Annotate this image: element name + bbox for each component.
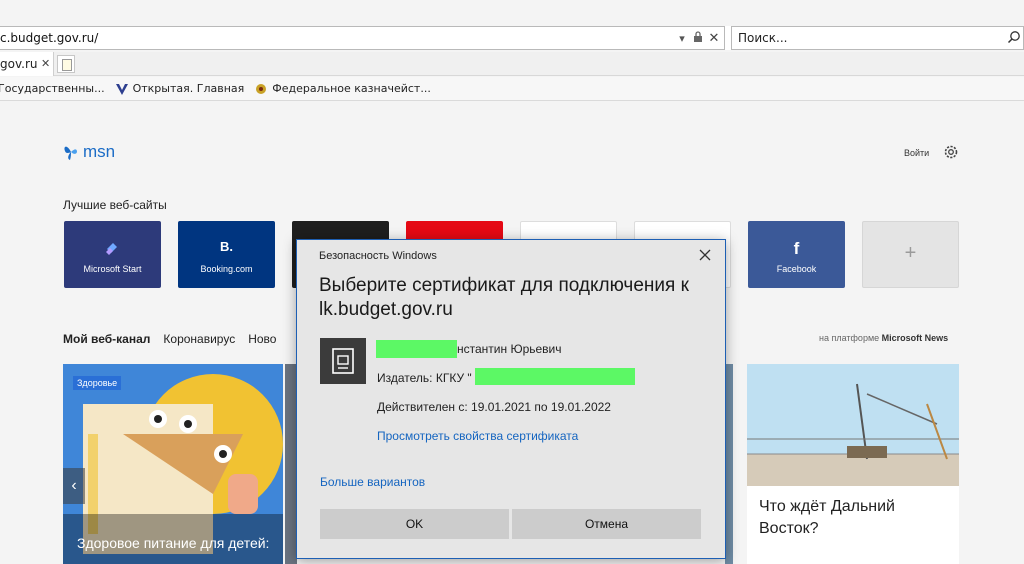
favorite-item-open[interactable]: Открытая. Главная: [115, 82, 245, 96]
butterfly-icon: [64, 146, 77, 160]
certificate-issuer: Издатель: КГКУ ": [377, 371, 472, 385]
favorite-item-gov[interactable]: Государственны...: [0, 82, 105, 95]
certificate-validity: Действителен с: 19.01.2021 по 19.01.2022: [377, 400, 611, 414]
emblem-icon: [256, 83, 267, 94]
dropdown-arrow-icon[interactable]: ▾: [676, 32, 688, 45]
platform-name: Microsoft News: [881, 333, 949, 343]
tab-my-feed[interactable]: Мой веб-канал: [63, 332, 150, 346]
close-icon[interactable]: [698, 248, 712, 262]
tile-booking[interactable]: B. Booking.com: [178, 221, 275, 288]
ok-button[interactable]: OK: [320, 509, 509, 539]
tab-news[interactable]: Ново: [248, 332, 276, 346]
booking-icon: B.: [220, 239, 233, 254]
stop-icon[interactable]: ✕: [708, 30, 720, 46]
platform-label: на платформе Microsoft News: [819, 333, 948, 343]
certificate-dialog: Безопасность Windows Выберите сертификат…: [296, 239, 726, 559]
redacted-issuer: [475, 368, 635, 385]
favorite-item-treasury[interactable]: Федеральное казначейст...: [254, 82, 431, 96]
tab-coronavirus[interactable]: Коронавирус: [163, 332, 235, 346]
msn-logo-text: msn: [83, 142, 116, 161]
plus-icon: +: [904, 242, 917, 264]
dialog-title: Выберите сертификат для подключения к lk…: [319, 275, 689, 320]
shield-v-icon: [115, 83, 128, 95]
tile-facebook[interactable]: f Facebook: [748, 221, 845, 288]
tab-active[interactable]: gov.ru ✕: [0, 52, 54, 76]
carousel-prev-button[interactable]: ‹: [63, 468, 85, 504]
tile-add[interactable]: +: [862, 221, 959, 288]
category-badge[interactable]: Здоровье: [73, 376, 122, 390]
favorites-bar: Государственны... Открытая. Главная Феде…: [0, 77, 1024, 101]
address-text[interactable]: c.budget.gov.ru/: [0, 31, 98, 45]
new-tab-button[interactable]: [57, 55, 75, 73]
more-options-link[interactable]: Больше вариантов: [320, 475, 425, 489]
card-title[interactable]: Здоровое питание для детей:: [77, 534, 269, 552]
certificate-icon: [320, 338, 366, 384]
feed-tabs: Мой веб-канал Коронавирус Ново: [63, 332, 276, 346]
search-icon[interactable]: [1007, 30, 1021, 44]
view-certificate-link[interactable]: Просмотреть свойства сертификата: [377, 429, 578, 443]
tab-close-icon[interactable]: ✕: [41, 57, 50, 70]
favorite-label: Федеральное казначейст...: [272, 82, 431, 95]
platform-prefix: на платформе: [819, 333, 880, 343]
card-title[interactable]: Что ждёт Дальний Восток?: [759, 496, 949, 540]
search-input[interactable]: Поиск...: [738, 31, 787, 45]
gear-icon[interactable]: [943, 144, 959, 160]
certificate-name[interactable]: нстантин Юрьевич: [457, 342, 562, 356]
redacted-name: [376, 340, 457, 358]
tile-microsoft-start[interactable]: Microsoft Start: [64, 221, 161, 288]
news-card-health[interactable]: Здоровье Здоровое питание для детей:: [63, 364, 283, 564]
tab-label: gov.ru: [0, 57, 38, 71]
lock-icon[interactable]: [692, 31, 704, 45]
address-bar[interactable]: c.budget.gov.ru/ ▾ ✕: [0, 26, 725, 50]
tile-label: Booking.com: [200, 264, 253, 274]
signin-link[interactable]: Войти: [904, 148, 929, 158]
msn-logo[interactable]: msn: [63, 142, 115, 162]
favorite-label: Государственны...: [0, 82, 105, 95]
dialog-caption: Безопасность Windows: [319, 250, 437, 262]
top-sites-heading: Лучшие веб-сайты: [63, 198, 167, 212]
news-card-far-east[interactable]: Что ждёт Дальний Восток?: [747, 364, 959, 564]
favorite-label: Открытая. Главная: [132, 82, 245, 95]
address-bar-icons: ▾ ✕: [676, 30, 720, 46]
construction-photo: [747, 364, 959, 486]
tab-strip: gov.ru ✕: [0, 52, 1024, 76]
microsoft-start-icon: [106, 243, 117, 255]
news-card-partial-right[interactable]: [725, 364, 733, 564]
address-bar-row: c.budget.gov.ru/ ▾ ✕ Поиск...: [0, 26, 1024, 50]
tile-label: Microsoft Start: [83, 264, 142, 274]
tile-label: Facebook: [776, 264, 817, 274]
cancel-button[interactable]: Отмена: [512, 509, 701, 539]
facebook-icon: f: [793, 239, 800, 258]
search-box[interactable]: Поиск...: [731, 26, 1024, 50]
